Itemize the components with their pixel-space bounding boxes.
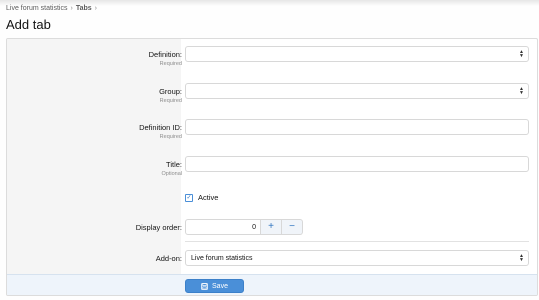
- select-arrows-icon: ▲ ▼: [519, 86, 524, 96]
- addon-value: Live forum statistics: [191, 255, 253, 262]
- definition-id-hint: Required: [159, 134, 182, 140]
- save-button[interactable]: Save: [185, 279, 244, 293]
- group-label: Group:: [159, 87, 182, 96]
- definition-select[interactable]: ▲ ▼: [185, 46, 529, 62]
- save-icon: [201, 282, 208, 290]
- breadcrumb-separator: ›: [94, 5, 97, 12]
- active-label[interactable]: Active: [198, 193, 218, 202]
- display-order-label-group: Display order:: [136, 223, 182, 232]
- group-hint: Required: [159, 98, 182, 104]
- display-order-input[interactable]: 0: [185, 219, 261, 235]
- increment-button[interactable]: +: [261, 219, 282, 235]
- select-arrows-icon: ▲ ▼: [519, 253, 524, 263]
- add-tab-form: Definition: Required ▲ ▼ Group: Required …: [6, 38, 538, 296]
- definition-id-input[interactable]: [185, 119, 529, 135]
- breadcrumb-link-tabs[interactable]: Tabs: [76, 5, 92, 12]
- group-select[interactable]: ▲ ▼: [185, 83, 529, 99]
- page-title: Add tab: [6, 17, 51, 32]
- title-hint: Optional: [161, 171, 183, 177]
- breadcrumb: Live forum statistics › Tabs ›: [6, 5, 97, 12]
- form-footer: Save: [7, 274, 537, 295]
- title-label: Title:: [166, 160, 182, 169]
- title-input[interactable]: [185, 156, 529, 172]
- definition-id-label-group: Definition ID: Required: [139, 123, 182, 140]
- definition-label-group: Definition: Required: [149, 50, 182, 67]
- definition-hint: Required: [159, 61, 182, 67]
- decrement-button[interactable]: −: [282, 219, 303, 235]
- definition-id-label: Definition ID:: [139, 123, 182, 132]
- breadcrumb-separator: ›: [70, 5, 73, 12]
- active-checkbox[interactable]: ✓: [185, 193, 193, 202]
- group-label-group: Group: Required: [159, 87, 182, 104]
- form-divider: [185, 241, 529, 242]
- display-order-label: Display order:: [135, 223, 182, 232]
- addon-select[interactable]: Live forum statistics ▲ ▼: [185, 250, 529, 266]
- title-label-group: Title: Optional: [162, 160, 183, 177]
- display-order-stepper: 0 + −: [185, 219, 303, 235]
- select-arrows-icon: ▲ ▼: [519, 49, 524, 59]
- addon-label: Add-on:: [155, 254, 182, 263]
- active-checkbox-row[interactable]: ✓ Active: [185, 193, 218, 202]
- definition-label: Definition:: [148, 50, 182, 59]
- label-column: [7, 39, 181, 274]
- breadcrumb-link-live-forum-statistics[interactable]: Live forum statistics: [6, 5, 67, 12]
- save-button-label: Save: [212, 282, 228, 290]
- addon-label-group: Add-on:: [156, 254, 182, 263]
